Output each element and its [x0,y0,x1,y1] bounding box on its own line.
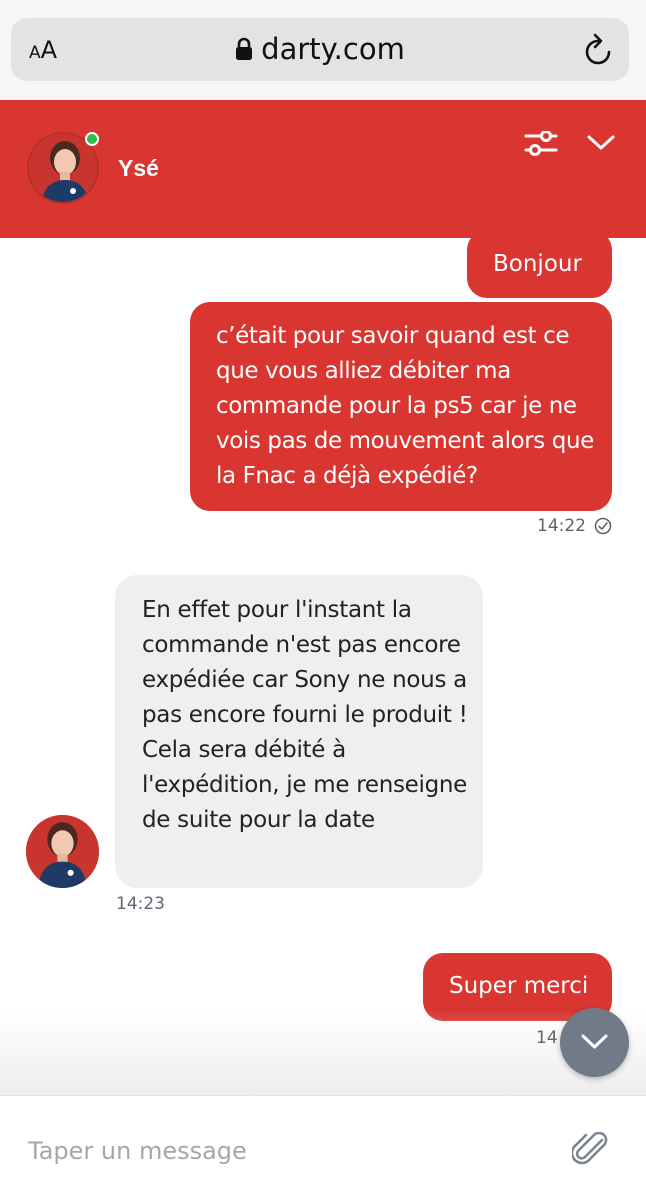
agent-name: Ysé [118,155,159,181]
message-timestamp: 14:22 [537,516,586,536]
reload-icon[interactable] [583,33,615,72]
domain-text: darty.com [261,32,405,66]
scroll-down-icon [581,1034,608,1049]
scroll-fade-overlay [0,1010,646,1095]
message-input[interactable] [28,1134,548,1168]
message-bubble-agent: En effet pour l'instant la commande n'es… [115,575,483,888]
read-check-icon [594,517,612,540]
lock-icon [235,34,253,68]
message-timestamp: 14 [536,1028,558,1048]
browser-bar: AA darty.com [0,0,646,100]
message-bubble-user: Bonjour [467,230,612,298]
paperclip-icon[interactable] [570,1131,610,1173]
message-timestamp: 14:23 [116,894,165,914]
scroll-to-bottom-button[interactable] [560,1008,629,1077]
online-status-dot [85,132,99,146]
url-display[interactable]: darty.com [11,32,629,68]
address-bar[interactable]: AA darty.com [11,18,629,81]
agent-avatar [26,815,99,888]
message-bubble-user: c’était pour savoir quand est ce que vou… [190,302,612,511]
settings-sliders-icon[interactable] [524,130,558,162]
message-composer [0,1095,646,1200]
chat-header: Ysé [0,100,646,238]
chevron-down-icon[interactable] [586,134,616,157]
